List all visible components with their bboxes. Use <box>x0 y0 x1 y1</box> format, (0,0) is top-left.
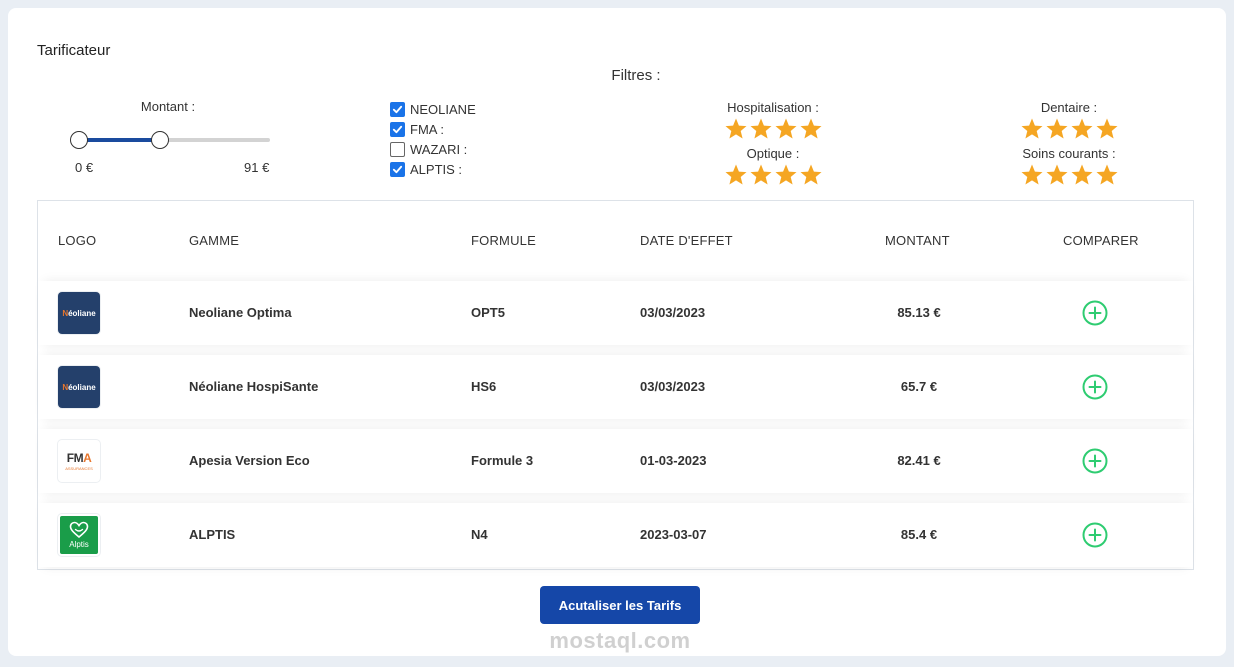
compare-add-icon[interactable] <box>1082 374 1108 400</box>
insurer-logo-neoliane: Néoliane <box>58 292 100 334</box>
montant-max-value: 91 € <box>244 160 270 175</box>
column-header-formule: FORMULE <box>471 233 536 248</box>
cell-formule: HS6 <box>471 379 497 394</box>
column-header-logo: LOGO <box>58 233 97 248</box>
table-row: Alptis ALPTIS N4 2023-03-07 85.4 € <box>38 503 1193 567</box>
star-rating[interactable] <box>698 117 848 141</box>
insurer-filter-list: NEOLIANE FMA : WAZARI : ALPTIS : <box>390 99 476 179</box>
star-rating[interactable] <box>994 117 1144 141</box>
star-icon[interactable] <box>749 117 773 141</box>
rating-label: Soins courants : <box>1022 146 1116 161</box>
montant-slider-min-handle[interactable] <box>70 131 88 149</box>
montant-label: Montant : <box>140 99 196 114</box>
table-row: FMA ASSURANCES Apesia Version Eco Formul… <box>38 429 1193 493</box>
star-icon[interactable] <box>724 163 748 187</box>
rating-label: Optique : <box>746 146 800 161</box>
cell-gamme: Neoliane Optima <box>189 305 292 320</box>
montant-slider-max-handle[interactable] <box>151 131 169 149</box>
heart-icon <box>69 521 89 539</box>
insurer-filter-fma[interactable]: FMA : <box>390 119 476 139</box>
column-header-gamme: GAMME <box>189 233 240 248</box>
star-icon[interactable] <box>1095 117 1119 141</box>
check-icon <box>392 105 403 113</box>
insurer-label: FMA : <box>410 121 444 137</box>
insurer-logo-neoliane: Néoliane <box>58 366 100 408</box>
column-header-comparer: COMPARER <box>1063 233 1139 248</box>
table-row: Néoliane Néoliane HospiSante HS6 03/03/2… <box>38 355 1193 419</box>
checkbox[interactable] <box>390 161 405 177</box>
cell-date: 03/03/2023 <box>640 305 706 320</box>
cell-date: 01-03-2023 <box>640 453 707 468</box>
insurer-filter-wazari[interactable]: WAZARI : <box>390 139 476 159</box>
insurer-label: ALPTIS : <box>410 161 463 177</box>
page-title: Tarificateur <box>37 42 111 59</box>
cell-gamme: ALPTIS <box>189 527 236 542</box>
check-icon <box>392 125 403 133</box>
tarificateur-card: Tarificateur Filtres : Montant : 0 € 91 … <box>8 8 1226 656</box>
cell-montant: 85.13 € <box>897 305 941 320</box>
star-icon[interactable] <box>749 163 773 187</box>
checkbox[interactable] <box>390 101 405 117</box>
column-header-montant: MONTANT <box>885 233 950 248</box>
insurer-filter-neoliane[interactable]: NEOLIANE <box>390 99 476 119</box>
cell-date: 03/03/2023 <box>640 379 706 394</box>
star-icon[interactable] <box>774 117 798 141</box>
cell-formule: N4 <box>471 527 488 542</box>
star-icon[interactable] <box>799 163 823 187</box>
rating-optique: Optique : <box>698 145 848 187</box>
results-table: LOGO GAMME FORMULE DATE D'EFFET MONTANT … <box>37 200 1194 570</box>
compare-add-icon[interactable] <box>1082 448 1108 474</box>
star-icon[interactable] <box>1070 163 1094 187</box>
star-icon[interactable] <box>1020 117 1044 141</box>
refresh-rates-button[interactable]: Acutaliser les Tarifs <box>540 586 700 624</box>
cell-montant: 82.41 € <box>897 453 941 468</box>
montant-min-value: 0 € <box>75 160 94 175</box>
star-icon[interactable] <box>724 117 748 141</box>
cell-formule: Formule 3 <box>471 453 534 468</box>
table-header: LOGO GAMME FORMULE DATE D'EFFET MONTANT … <box>38 201 1193 271</box>
cell-date: 2023-03-07 <box>640 527 707 542</box>
checkbox[interactable] <box>390 121 405 137</box>
cell-formule: OPT5 <box>471 305 505 320</box>
star-rating[interactable] <box>698 163 848 187</box>
compare-add-icon[interactable] <box>1082 300 1108 326</box>
star-icon[interactable] <box>1045 163 1069 187</box>
column-header-date: DATE D'EFFET <box>640 233 733 248</box>
rating-hospitalisation: Hospitalisation : <box>698 99 848 141</box>
montant-slider-range <box>78 138 160 142</box>
table-row: Néoliane Neoliane Optima OPT5 03/03/2023… <box>38 281 1193 345</box>
star-icon[interactable] <box>799 117 823 141</box>
checkbox[interactable] <box>390 141 405 157</box>
star-icon[interactable] <box>1070 117 1094 141</box>
insurer-label: NEOLIANE <box>410 101 476 117</box>
cell-gamme: Néoliane HospiSante <box>189 379 319 394</box>
rating-label: Dentaire : <box>1040 100 1098 115</box>
cell-montant: 85.4 € <box>900 527 938 542</box>
rating-dentaire: Dentaire : <box>994 99 1144 141</box>
star-icon[interactable] <box>1020 163 1044 187</box>
rating-soins-courants: Soins courants : <box>994 145 1144 187</box>
star-icon[interactable] <box>1095 163 1119 187</box>
compare-add-icon[interactable] <box>1082 522 1108 548</box>
insurer-logo-fma: FMA ASSURANCES <box>58 440 100 482</box>
insurer-logo-alptis: Alptis <box>58 514 100 556</box>
filters-title: Filtres : <box>611 67 661 84</box>
star-icon[interactable] <box>1045 117 1069 141</box>
cell-montant: 65.7 € <box>900 379 938 394</box>
insurer-label: WAZARI : <box>410 141 468 157</box>
insurer-filter-alptis[interactable]: ALPTIS : <box>390 159 476 179</box>
star-rating[interactable] <box>994 163 1144 187</box>
cell-gamme: Apesia Version Eco <box>189 453 310 468</box>
check-icon <box>392 165 403 173</box>
rating-label: Hospitalisation : <box>727 100 819 115</box>
star-icon[interactable] <box>774 163 798 187</box>
watermark: mostaql.com <box>549 628 691 653</box>
